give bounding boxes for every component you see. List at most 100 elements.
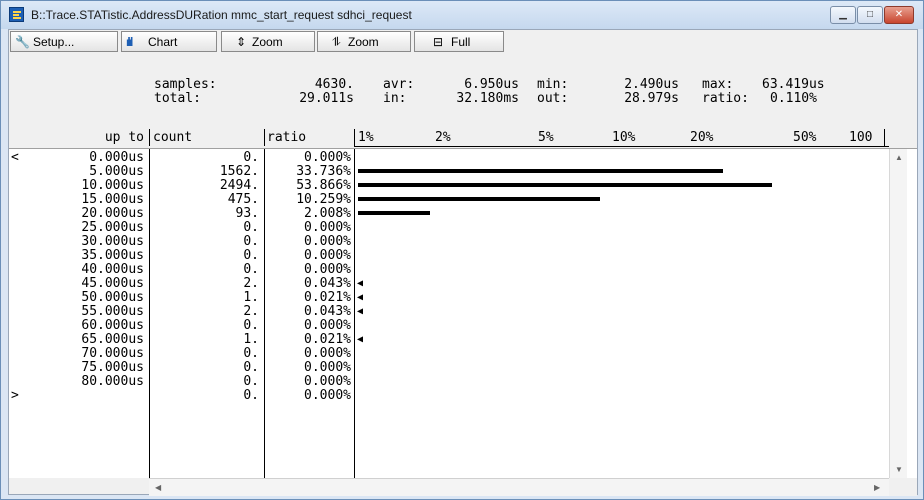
cell-ratio: 0.000%: [304, 318, 351, 333]
header-upto[interactable]: up to: [49, 131, 144, 145]
setup-label: Setup...: [33, 35, 75, 49]
statistics-table[interactable]: ▲ ▼ <0.000us 0. 0.000% 5.000us 1562. 33.736% 1…: [9, 148, 917, 479]
ratio-value: 0.110%: [770, 91, 817, 106]
wrench-icon: 🔧: [15, 35, 30, 49]
table-row[interactable]: 25.000us 0. 0.000%: [9, 221, 889, 235]
table-row[interactable]: 5.000us 1562. 33.736%: [9, 165, 889, 179]
resize-grip[interactable]: [889, 478, 917, 496]
cell-count: 0.: [243, 150, 259, 165]
header-count[interactable]: count: [153, 131, 192, 145]
table-row[interactable]: >0. 0.000%: [9, 389, 889, 403]
small-value-arrow-icon: ◀: [357, 306, 364, 317]
cell-ratio: 0.021%: [304, 290, 351, 305]
scale-label: 100: [849, 130, 873, 145]
cell-ratio: 0.000%: [304, 234, 351, 249]
avr-label: avr:: [383, 77, 415, 92]
statistics-window: B::Trace.STATistic.AddressDURation mmc_s…: [0, 0, 924, 500]
cell-upto: 5.000us: [89, 164, 144, 179]
cell-upto: 0.000us: [89, 150, 144, 165]
table-row[interactable]: 65.000us 1. 0.021% ◀: [9, 333, 889, 347]
title-bar[interactable]: B::Trace.STATistic.AddressDURation mmc_s…: [1, 1, 923, 29]
min-label: min:: [537, 77, 569, 92]
header-ratio[interactable]: ratio: [267, 131, 306, 145]
cell-ratio: 0.000%: [304, 374, 351, 389]
cell-upto: 10.000us: [81, 178, 144, 193]
table-row[interactable]: 15.000us 475. 10.259%: [9, 193, 889, 207]
cell-ratio: 0.000%: [304, 360, 351, 375]
min-value: 2.490us: [624, 77, 679, 92]
minimize-icon: ▁: [839, 9, 847, 20]
scroll-down-icon[interactable]: ▼: [895, 465, 903, 475]
ratio-bar: [358, 169, 724, 173]
zoom-in-label: Zoom: [252, 35, 283, 49]
table-row[interactable]: 55.000us 2. 0.043% ◀: [9, 305, 889, 319]
table-row[interactable]: 75.000us 0. 0.000%: [9, 361, 889, 375]
cell-count: 93.: [235, 206, 259, 221]
table-row[interactable]: <0.000us 0. 0.000%: [9, 151, 889, 165]
table-row[interactable]: 40.000us 0. 0.000%: [9, 263, 889, 277]
chart-label: Chart: [148, 35, 178, 49]
cell-count: 0.: [243, 248, 259, 263]
cell-ratio: 0.021%: [304, 332, 351, 347]
ratio-bar: [358, 211, 431, 215]
zoom-in-icon: ⇕: [236, 35, 247, 49]
cell-count: 0.: [243, 220, 259, 235]
table-row[interactable]: 45.000us 2. 0.043% ◀: [9, 277, 889, 291]
minimize-button[interactable]: ▁: [830, 6, 856, 24]
horizontal-scrollbar[interactable]: ◀ ▶: [149, 478, 889, 496]
table-row[interactable]: 70.000us 0. 0.000%: [9, 347, 889, 361]
close-icon: ✕: [894, 9, 904, 20]
scale-label: 5%: [538, 130, 554, 145]
app-icon[interactable]: [9, 7, 24, 22]
zoom-in-button[interactable]: ⇕ Zoom: [221, 31, 315, 52]
cell-upto: 70.000us: [81, 346, 144, 361]
window-title: B::Trace.STATistic.AddressDURation mmc_s…: [31, 8, 412, 22]
maximize-button[interactable]: □: [857, 6, 883, 24]
cell-count: 475.: [227, 192, 259, 207]
cell-ratio: 33.736%: [296, 164, 351, 179]
vertical-scrollbar[interactable]: ▲ ▼: [889, 149, 907, 479]
table-row[interactable]: 80.000us 0. 0.000%: [9, 375, 889, 389]
cell-ratio: 10.259%: [296, 192, 351, 207]
table-row[interactable]: 10.000us 2494. 53.866%: [9, 179, 889, 193]
small-value-arrow-icon: ◀: [357, 292, 364, 303]
row-marker: <: [11, 150, 19, 165]
full-icon: ⊟: [433, 35, 444, 49]
scroll-right-icon[interactable]: ▶: [874, 483, 880, 493]
table-row[interactable]: 30.000us 0. 0.000%: [9, 235, 889, 249]
zoom-out-button[interactable]: ⥮ Zoom: [317, 31, 411, 52]
cell-count: 1.: [243, 290, 259, 305]
cell-ratio: 0.000%: [304, 262, 351, 277]
cell-count: 2494.: [219, 178, 259, 193]
out-label: out:: [537, 91, 569, 106]
table-row[interactable]: 35.000us 0. 0.000%: [9, 249, 889, 263]
close-button[interactable]: ✕: [884, 6, 914, 24]
cell-count: 0.: [243, 388, 259, 403]
row-marker: >: [11, 388, 19, 403]
cell-ratio: 0.000%: [304, 248, 351, 263]
cell-count: 2.: [243, 304, 259, 319]
cell-ratio: 0.000%: [304, 150, 351, 165]
full-button[interactable]: ⊟ Full: [414, 31, 504, 52]
table-row[interactable]: 20.000us 93. 2.008%: [9, 207, 889, 221]
scroll-left-icon[interactable]: ◀: [155, 483, 161, 493]
ratio-label: ratio:: [702, 91, 749, 106]
table-row[interactable]: 60.000us 0. 0.000%: [9, 319, 889, 333]
zoom-out-icon: ⥮: [332, 35, 341, 49]
chart-button[interactable]: ılıl Chart: [121, 31, 217, 52]
cell-count: 0.: [243, 318, 259, 333]
scale-label: 1%: [358, 130, 374, 145]
ratio-bar: [358, 183, 772, 187]
cell-count: 2.: [243, 276, 259, 291]
out-value: 28.979s: [624, 91, 679, 106]
avr-value: 6.950us: [464, 77, 519, 92]
in-label: in:: [383, 91, 407, 106]
scroll-up-icon[interactable]: ▲: [895, 153, 903, 163]
cell-upto: 30.000us: [81, 234, 144, 249]
table-row[interactable]: 50.000us 1. 0.021% ◀: [9, 291, 889, 305]
total-value: 29.011s: [299, 91, 354, 106]
cell-count: 0.: [243, 234, 259, 249]
full-label: Full: [451, 35, 471, 49]
in-value: 32.180ms: [456, 91, 519, 106]
setup-button[interactable]: 🔧 Setup...: [10, 31, 118, 52]
